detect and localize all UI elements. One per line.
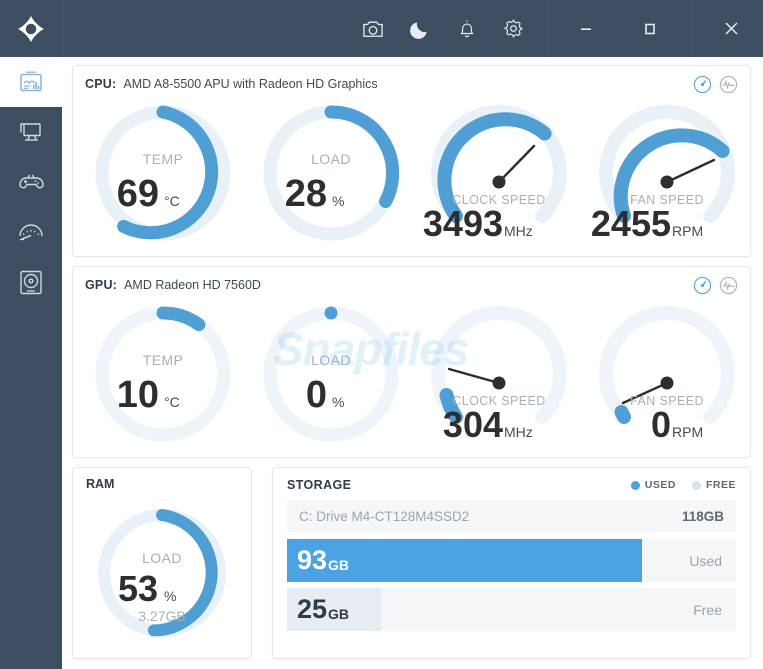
maximize-button[interactable] [618,0,682,57]
bottom-row: RAM LOAD 53 % 3.27GB STORAGE USED FREE C… [72,467,751,659]
storage-free-number: 25 [297,594,328,624]
legend-used-label: USED [644,479,676,491]
app-logo-icon [17,15,45,42]
gpu-fan-gauge: FAN SPEED 0 RPM [583,299,751,449]
ram-load-gauge: LOAD 53 % 3.27GB [73,491,251,658]
gpu-name: AMD Radeon HD 7560D [124,278,261,292]
cpu-temp-value: 69 [117,173,159,215]
storage-drive-row[interactable]: C: Drive M4-CT128M4SSD2 118GB [287,500,736,532]
storage-used-bar: 93 GB Used [287,539,736,582]
close-button[interactable] [699,0,763,57]
cpu-gauge-view-icon[interactable] [692,74,712,94]
cpu-temp-label: TEMP [143,151,184,167]
cpu-graph-view-icon[interactable] [718,74,738,94]
cpu-panel: CPU: AMD A8-5500 APU with Radeon HD Grap… [72,65,751,257]
cpu-temp-gauge: TEMP 69 °C [79,98,247,248]
gpu-clock-unit: MHz [504,424,533,440]
storage-title: STORAGE [287,478,352,492]
gpu-temp-value: 10 [117,374,159,416]
legend-used: USED [630,479,676,491]
storage-used-number: 93 [297,545,328,575]
sidebar-item-benchmark[interactable] [0,207,62,257]
cpu-clock-unit: MHz [504,223,533,239]
cpu-label: CPU: [85,77,117,91]
storage-free-side-label: Free [693,601,722,618]
gpu-fan-unit: RPM [672,424,703,440]
title-bar-actions [349,0,537,57]
sidebar-item-storage[interactable] [0,257,62,307]
app-body: CPU: AMD A8-5500 APU with Radeon HD Grap… [0,57,763,669]
gauge-icon [19,224,43,241]
gpu-label: GPU: [85,278,118,292]
app-logo [0,0,63,57]
cpu-temp-unit: °C [164,193,180,209]
cpu-gauges: TEMP 69 °C LOAD 28 % CLOCK SPEED 3493 MH… [73,96,750,256]
sidebar [0,57,62,669]
legend-used-dot [630,480,640,490]
storage-used-side-label: Used [689,552,722,569]
moon-icon[interactable] [396,0,443,57]
gpu-fan-value: 0 [651,404,671,445]
cpu-load-unit: % [332,193,344,209]
gpu-clock-value: 304 [443,404,503,445]
storage-free-unit: GB [328,605,350,622]
storage-free-fill: 25 GB [287,588,382,631]
legend-free: FREE [691,479,736,491]
gpu-panel-header: GPU: AMD Radeon HD 7560D [73,267,750,297]
gpu-load-gauge: LOAD 0 % [247,299,415,449]
storage-drive-size: 118GB [681,508,724,524]
ram-load-label: LOAD [142,550,182,566]
gpu-load-label: LOAD [311,352,351,368]
ram-panel: RAM LOAD 53 % 3.27GB [72,467,252,659]
legend-free-label: FREE [705,479,736,491]
sidebar-item-desktop[interactable] [0,107,62,157]
gpu-temp-gauge: TEMP 10 °C [79,299,247,449]
gpu-gauges: TEMP 10 °C LOAD 0 % CLOCK SPEED 304 MHz … [73,297,750,457]
ram-load-unit: % [164,588,176,604]
ram-load-sub: 3.27GB [138,608,185,624]
gpu-load-unit: % [332,394,344,410]
gpu-gauge-view-icon[interactable] [692,275,712,295]
gear-icon[interactable] [490,0,537,57]
gpu-graph-view-icon[interactable] [718,275,738,295]
gamepad-icon [19,174,44,188]
title-bar [0,0,763,57]
minimize-button[interactable] [554,0,618,57]
storage-header: STORAGE USED FREE [287,478,736,492]
cpu-load-value: 28 [285,173,327,215]
title-bar-divider-2 [692,0,693,57]
storage-panel: STORAGE USED FREE C: Drive M4-CT128M4SSD… [272,467,751,659]
cpu-clock-gauge: CLOCK SPEED 3493 MHz [415,98,583,248]
report-chart-icon [20,71,42,91]
storage-free-bar: 25 GB Free [287,588,736,631]
bell-icon[interactable] [443,0,490,57]
main-content: CPU: AMD A8-5500 APU with Radeon HD Grap… [62,57,763,669]
monitor-icon [20,122,41,141]
storage-used-fill: 93 GB [287,539,642,582]
storage-drive-name: C: Drive M4-CT128M4SSD2 [299,508,470,524]
gpu-clock-gauge: CLOCK SPEED 304 MHz [415,299,583,449]
cpu-fan-value: 2455 [591,203,671,244]
gpu-load-value: 0 [306,374,327,416]
gpu-temp-label: TEMP [143,352,184,368]
ram-load-value: 53 [118,568,158,609]
storage-used-unit: GB [328,556,350,573]
cpu-load-gauge: LOAD 28 % [247,98,415,248]
disk-drive-icon [20,270,42,294]
cpu-panel-header: CPU: AMD A8-5500 APU with Radeon HD Grap… [73,66,750,96]
sidebar-item-dashboard[interactable] [0,57,62,107]
camera-icon[interactable] [349,0,396,57]
ram-title: RAM [86,477,115,491]
cpu-clock-value: 3493 [423,203,503,244]
title-bar-divider [547,0,548,57]
cpu-fan-gauge: FAN SPEED 2455 RPM [583,98,751,248]
gpu-panel: GPU: AMD Radeon HD 7560D Snapfiles TEMP … [72,266,751,458]
cpu-fan-unit: RPM [672,223,703,239]
gpu-temp-unit: °C [164,394,180,410]
app-window: CPU: AMD A8-5500 APU with Radeon HD Grap… [0,0,763,669]
cpu-name: AMD A8-5500 APU with Radeon HD Graphics [123,77,378,91]
cpu-load-label: LOAD [311,151,351,167]
legend-free-dot [691,480,701,490]
sidebar-item-gaming[interactable] [0,157,62,207]
